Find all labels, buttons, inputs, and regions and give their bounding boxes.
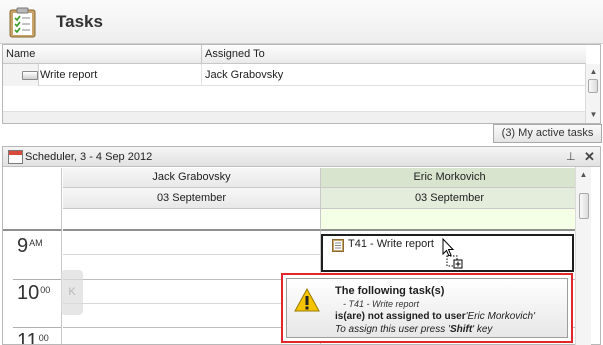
tooltip-message: is(are) not assigned to user'Eric Morkov… (335, 311, 535, 322)
tasks-title: Tasks (56, 12, 103, 31)
all-day-cell-jack[interactable] (63, 209, 321, 231)
row-indicator[interactable] (3, 64, 39, 86)
scroll-down-icon[interactable]: ▼ (587, 108, 600, 121)
task-grid[interactable]: Name Assigned To Write report Jack Grabo… (2, 44, 601, 124)
warning-icon (294, 288, 320, 312)
previous-appointment-button[interactable]: K (61, 270, 83, 315)
cell-separator (201, 64, 202, 86)
scrollbar-thumb[interactable] (588, 79, 598, 93)
tooltip-hint-prefix: To assign this user press ' (335, 324, 450, 335)
scheduler-title: Scheduler, 3 - 4 Sep 2012 (25, 151, 153, 163)
close-icon[interactable]: ✕ (584, 149, 595, 165)
scheduler-title-bar: Scheduler, 3 - 4 Sep 2012 ⊥ ✕ (3, 147, 600, 167)
resource-header-jack[interactable]: Jack Grabovsky (63, 168, 321, 188)
column-header-assigned-to[interactable]: Assigned To (205, 48, 265, 60)
clipboard-checklist-icon (9, 7, 36, 38)
scheduler-vertical-scrollbar[interactable]: ▲ (575, 167, 591, 345)
drag-copy-cursor-icon (442, 238, 463, 269)
cell-assigned-to[interactable]: Jack Grabovsky (205, 69, 283, 81)
date-header-eric[interactable]: 03 September (321, 188, 579, 209)
assignment-warning-tooltip: The following task(s) - T41 - Write repo… (281, 273, 573, 343)
pin-icon[interactable]: ⊥ (566, 150, 576, 163)
tooltip-title: The following task(s) (335, 285, 445, 297)
table-row[interactable]: Write report Jack Grabovsky (3, 64, 586, 86)
task-row-icon (22, 71, 38, 80)
tooltip-hint-key: Shift (449, 324, 473, 335)
tooltip-message-user: 'Eric Morkovich' (465, 311, 535, 322)
tooltip-hint-suffix: ' key (472, 324, 493, 335)
tooltip-task-item: - T41 - Write report (343, 299, 420, 309)
tasks-header: Tasks (0, 0, 603, 44)
my-active-tasks-button[interactable]: (3) My active tasks (493, 124, 602, 143)
hour-divider (13, 279, 61, 280)
vertical-scrollbar[interactable]: ▲ ▼ (585, 64, 600, 123)
column-separator[interactable] (201, 45, 202, 64)
scrollbar-thumb[interactable] (579, 193, 589, 219)
task-clipboard-icon (332, 239, 344, 252)
tooltip-hint: To assign this user press 'Shift' key (335, 324, 492, 335)
scroll-up-icon[interactable]: ▲ (587, 65, 600, 78)
horizontal-scrollbar[interactable] (3, 111, 586, 123)
appointment-label: T41 - Write report (348, 238, 434, 250)
time-ruler: 9AM 1000 1100 (3, 231, 62, 345)
tooltip-message-prefix: is(are) not assigned to user (335, 311, 466, 322)
scroll-up-icon[interactable]: ▲ (577, 168, 590, 181)
resource-header-eric[interactable]: Eric Morkovich (321, 168, 579, 188)
hour-divider (13, 327, 61, 328)
slot-divider (63, 254, 321, 255)
calendar-icon (8, 150, 23, 164)
tooltip-body: The following task(s) - T41 - Write repo… (286, 278, 568, 338)
hour-label-10: 1000 (17, 282, 51, 304)
hour-label-9: 9AM (17, 235, 43, 257)
date-header-jack[interactable]: 03 September (63, 188, 321, 209)
hour-label-11: 1100 (17, 330, 49, 345)
all-day-cell-eric[interactable] (321, 209, 579, 231)
scheduler-corner (3, 168, 62, 231)
column-header-name[interactable]: Name (6, 48, 35, 60)
cell-name[interactable]: Write report (40, 69, 97, 81)
grid-header: Name Assigned To (3, 45, 586, 64)
